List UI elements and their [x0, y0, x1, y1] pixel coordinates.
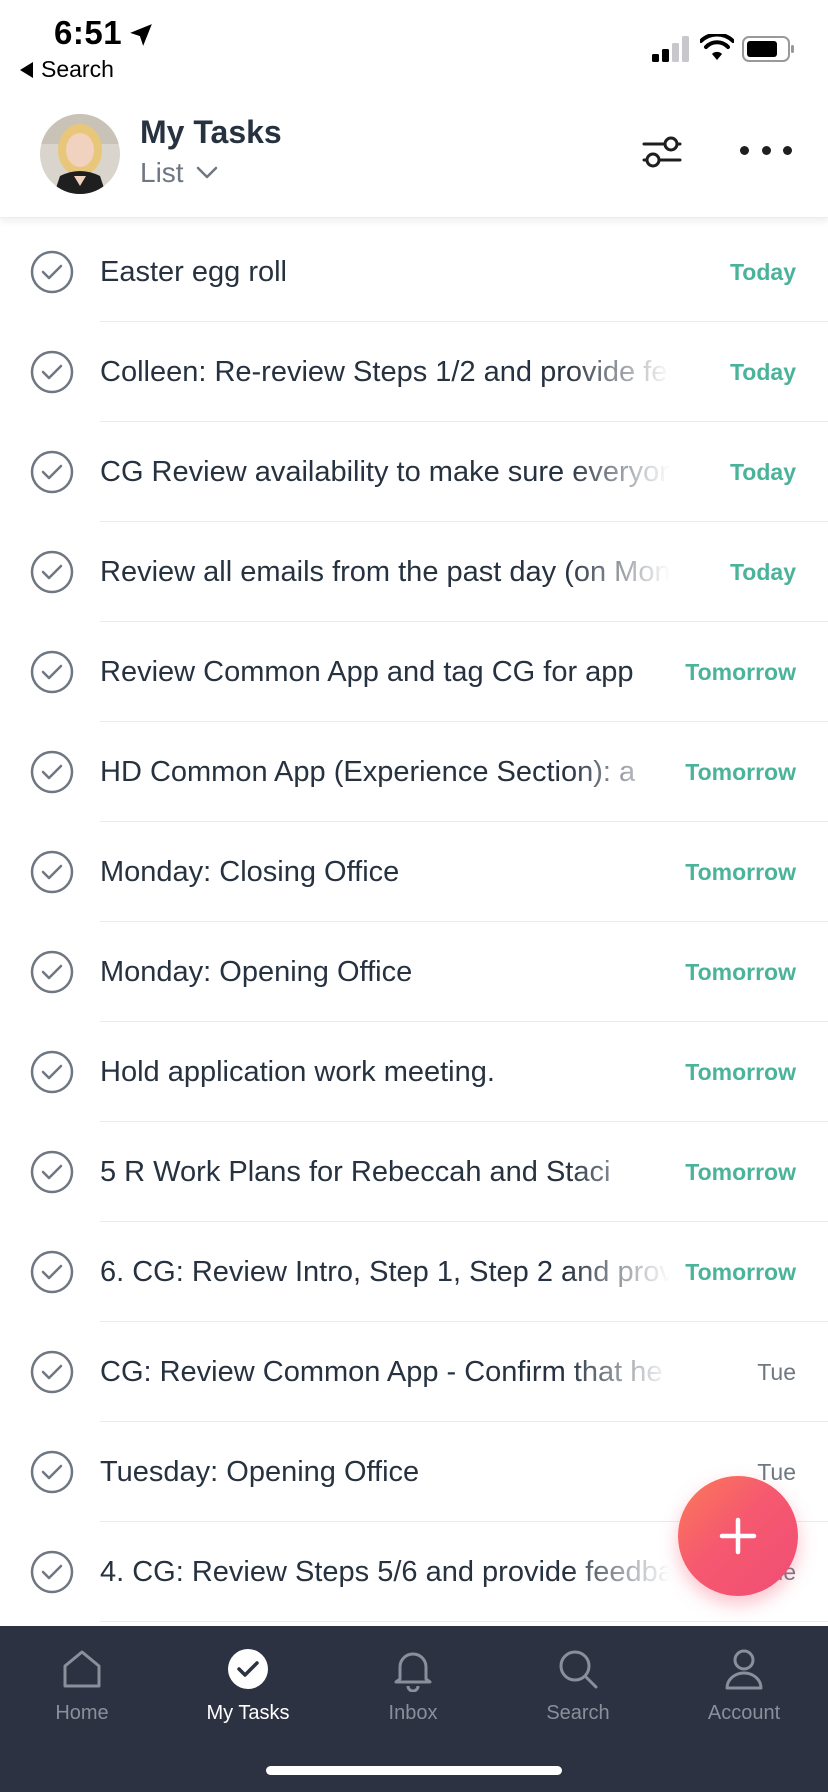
- bottom-tab-bar: Home My Tasks Inbox Search Account: [0, 1626, 828, 1792]
- tab-account-label: Account: [707, 1702, 781, 1724]
- task-due-date: Tomorrow: [685, 1059, 796, 1085]
- complete-checkmark-icon[interactable]: [30, 450, 74, 494]
- task-title[interactable]: Review Common App and tag CG for app: [100, 622, 670, 722]
- task-due-date: Today: [729, 359, 796, 385]
- location-arrow-icon: [130, 24, 152, 46]
- task-due-date: Tomorrow: [685, 859, 796, 885]
- plus-icon: [719, 1517, 757, 1555]
- complete-checkmark-icon[interactable]: [30, 1350, 74, 1394]
- row-divider: [100, 1621, 828, 1622]
- task-due-date: Today: [729, 259, 796, 285]
- task-title[interactable]: Monday: Opening Office: [100, 922, 670, 1022]
- task-row[interactable]: Hold application work meeting. Tomorrow: [0, 1022, 828, 1122]
- task-title[interactable]: 4. CG: Review Steps 5/6 and provide feed…: [100, 1522, 670, 1622]
- search-icon: [559, 1650, 598, 1689]
- more-options-icon[interactable]: [740, 130, 792, 170]
- complete-checkmark-icon[interactable]: [30, 950, 74, 994]
- task-row[interactable]: Colleen: Re-review Steps 1/2 and provide…: [0, 322, 828, 422]
- back-triangle-icon: [20, 61, 33, 78]
- tab-search[interactable]: Search: [508, 1642, 648, 1742]
- tab-my-tasks[interactable]: My Tasks: [178, 1642, 318, 1742]
- task-title[interactable]: 6. CG: Review Intro, Step 1, Step 2 and …: [100, 1222, 670, 1322]
- task-title[interactable]: Easter egg roll: [100, 222, 670, 322]
- task-row[interactable]: CG: Review Common App - Confirm that he …: [0, 1322, 828, 1422]
- complete-checkmark-icon[interactable]: [30, 1550, 74, 1594]
- chevron-down-icon: [196, 166, 217, 179]
- complete-checkmark-icon[interactable]: [30, 350, 74, 394]
- complete-checkmark-icon[interactable]: [30, 1150, 74, 1194]
- tab-home-label: Home: [55, 1702, 109, 1724]
- person-icon: [725, 1649, 763, 1690]
- app-header: My Tasks List: [0, 100, 828, 218]
- tab-search-label: Search: [546, 1702, 610, 1724]
- avatar-image: [40, 114, 120, 194]
- status-bar: 6:51 Search: [0, 0, 828, 90]
- task-title[interactable]: Review all emails from the past day (on …: [100, 522, 670, 622]
- task-title[interactable]: CG Review availability to make sure ever…: [100, 422, 670, 522]
- task-row[interactable]: HD Common App (Experience Section): a Tom…: [0, 722, 828, 822]
- task-row[interactable]: Monday: Opening Office Tomorrow: [0, 922, 828, 1022]
- task-row[interactable]: Easter egg roll Today: [0, 222, 828, 322]
- view-switcher[interactable]: List: [140, 157, 218, 189]
- complete-checkmark-icon[interactable]: [30, 250, 74, 294]
- tab-home[interactable]: Home: [12, 1642, 152, 1742]
- task-title[interactable]: Tuesday: Opening Office: [100, 1422, 670, 1522]
- task-list: Easter egg roll Today Colleen: Re-review S…: [0, 222, 828, 1622]
- task-due-date: Tomorrow: [685, 659, 796, 685]
- tab-account[interactable]: Account: [674, 1642, 814, 1742]
- wifi-icon: [700, 34, 734, 60]
- complete-checkmark-icon[interactable]: [30, 1250, 74, 1294]
- avatar[interactable]: [40, 114, 120, 194]
- view-switcher-label: List: [140, 157, 184, 188]
- complete-checkmark-icon[interactable]: [30, 850, 74, 894]
- task-row[interactable]: Review Common App and tag CG for app Tomo…: [0, 622, 828, 722]
- tab-inbox-label: Inbox: [388, 1702, 438, 1724]
- task-title[interactable]: HD Common App (Experience Section): a: [100, 722, 670, 822]
- complete-checkmark-icon[interactable]: [30, 1450, 74, 1494]
- task-title[interactable]: Colleen: Re-review Steps 1/2 and provide…: [100, 322, 670, 422]
- task-due-date: Tomorrow: [685, 1159, 796, 1185]
- task-row[interactable]: Monday: Closing Office Tomorrow: [0, 822, 828, 922]
- task-title[interactable]: Monday: Closing Office: [100, 822, 670, 922]
- task-due-date: Today: [729, 459, 796, 485]
- task-title[interactable]: CG: Review Common App - Confirm that he …: [100, 1322, 670, 1422]
- task-due-date: Today: [729, 559, 796, 585]
- task-row[interactable]: CG Review availability to make sure ever…: [0, 422, 828, 522]
- back-to-search-label: Search: [41, 56, 114, 82]
- back-to-search-link[interactable]: Search: [20, 56, 114, 83]
- battery-icon: [742, 36, 794, 62]
- task-row[interactable]: 5 R Work Plans for Rebeccah and Staci Tom…: [0, 1122, 828, 1222]
- tab-my-tasks-label: My Tasks: [206, 1702, 290, 1724]
- task-due-date: Tomorrow: [685, 1259, 796, 1285]
- task-due-date: Tomorrow: [685, 959, 796, 985]
- task-title[interactable]: 5 R Work Plans for Rebeccah and Staci: [100, 1122, 670, 1222]
- complete-checkmark-icon[interactable]: [30, 1050, 74, 1094]
- tab-inbox[interactable]: Inbox: [343, 1642, 483, 1742]
- task-row[interactable]: Review all emails from the past day (on …: [0, 522, 828, 622]
- complete-checkmark-icon[interactable]: [30, 550, 74, 594]
- filter-sliders-icon[interactable]: [640, 132, 684, 172]
- page-title: My Tasks: [140, 114, 282, 150]
- home-icon: [63, 1650, 101, 1688]
- cellular-signal-icon: [652, 36, 689, 62]
- bell-icon: [394, 1652, 432, 1692]
- complete-checkmark-icon[interactable]: [30, 750, 74, 794]
- check-circle-icon: [228, 1649, 268, 1689]
- home-indicator: [266, 1766, 562, 1775]
- task-due-date: Tue: [757, 1359, 796, 1385]
- status-time: 6:51: [54, 14, 123, 51]
- task-title[interactable]: Hold application work meeting.: [100, 1022, 670, 1122]
- add-task-button[interactable]: [678, 1476, 798, 1596]
- complete-checkmark-icon[interactable]: [30, 650, 74, 694]
- task-due-date: Tomorrow: [685, 759, 796, 785]
- task-row[interactable]: 6. CG: Review Intro, Step 1, Step 2 and …: [0, 1222, 828, 1322]
